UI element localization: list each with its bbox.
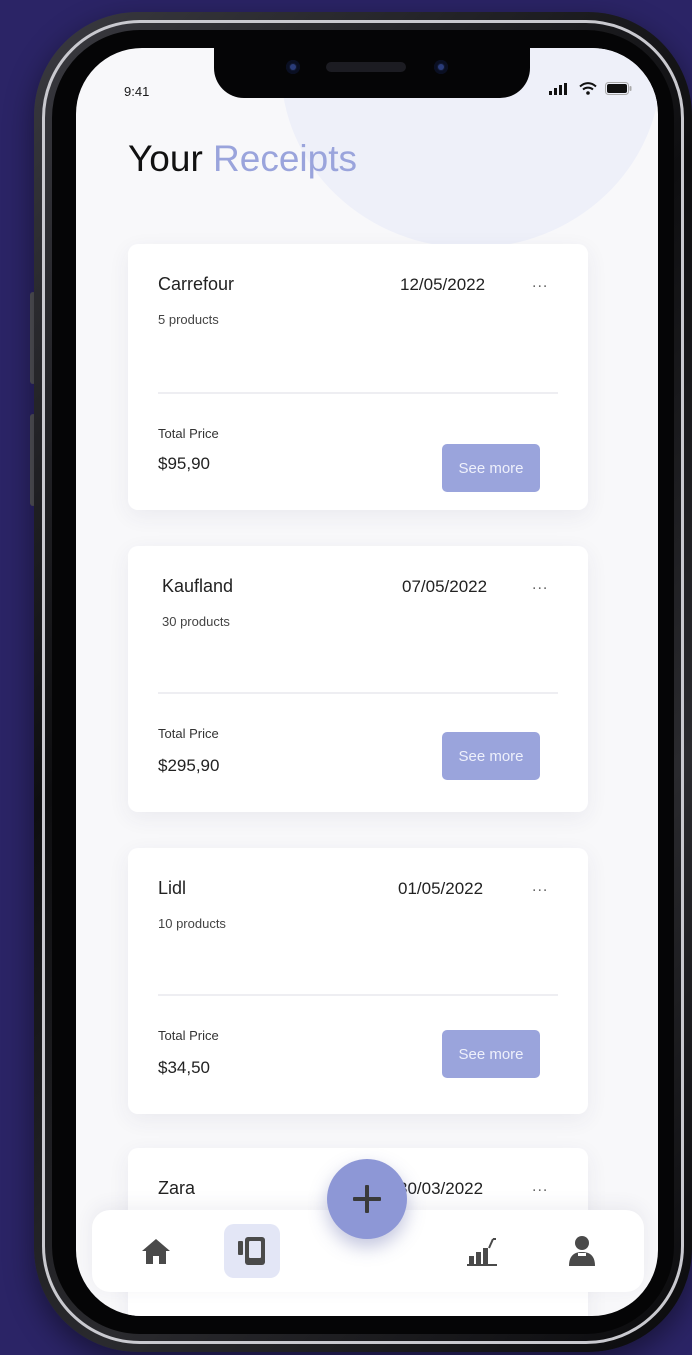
home-indicator-area xyxy=(76,1300,658,1316)
signal-icon xyxy=(549,82,567,95)
product-count: 10 products xyxy=(158,916,226,931)
store-name: Carrefour xyxy=(158,274,235,294)
nav-statistics[interactable] xyxy=(454,1224,510,1278)
title-primary: Your xyxy=(128,138,203,179)
profile-icon xyxy=(569,1236,595,1266)
status-time: 9:41 xyxy=(124,84,150,99)
page-title: Your Receipts xyxy=(128,138,357,180)
receipt-card[interactable]: Lidl 10 products 01/05/2022 ... Total Pr… xyxy=(128,848,588,1114)
nav-home[interactable] xyxy=(128,1224,184,1278)
store-name: Lidl xyxy=(158,878,187,898)
receipt-date: 12/05/2022 xyxy=(400,275,486,294)
product-count: 30 products xyxy=(162,614,230,629)
app-screen: 9:41 Your Receipts Carrefour 5 products … xyxy=(76,48,658,1316)
wifi-icon xyxy=(579,82,597,95)
front-camera xyxy=(434,60,448,74)
more-options-icon[interactable]: ... xyxy=(532,878,548,896)
total-price-label: Total Price xyxy=(158,726,219,741)
battery-icon xyxy=(605,82,632,95)
more-options-icon[interactable]: ... xyxy=(532,576,548,594)
receipt-date: 07/05/2022 xyxy=(402,577,488,596)
earpiece-speaker xyxy=(326,62,406,72)
title-accent: Receipts xyxy=(213,138,357,179)
home-icon xyxy=(142,1239,170,1264)
total-price-value: $95,90 xyxy=(158,454,210,473)
divider xyxy=(158,692,558,694)
total-price-label: Total Price xyxy=(158,1028,219,1043)
see-more-button[interactable]: See more xyxy=(442,732,540,780)
more-options-icon[interactable]: ... xyxy=(532,1178,548,1196)
notch xyxy=(214,48,530,98)
divider xyxy=(158,994,558,996)
divider xyxy=(158,392,558,394)
total-price-value: $34,50 xyxy=(158,1058,210,1077)
see-more-button[interactable]: See more xyxy=(442,1030,540,1078)
receipt-date: 01/05/2022 xyxy=(398,879,484,898)
stage: 9:41 Your Receipts Carrefour 5 products … xyxy=(0,0,692,1355)
status-icons xyxy=(549,82,632,95)
nav-receipts[interactable] xyxy=(224,1224,280,1278)
chart-icon xyxy=(467,1238,497,1266)
add-receipt-button[interactable] xyxy=(327,1159,407,1239)
receipt-card[interactable]: Kaufland 30 products 07/05/2022 ... Tota… xyxy=(128,546,588,812)
plus-icon xyxy=(353,1185,381,1213)
face-sensor xyxy=(286,60,300,74)
receipt-icon xyxy=(238,1237,265,1265)
store-name: Kaufland xyxy=(162,576,234,596)
product-count: 5 products xyxy=(158,312,219,327)
see-more-button[interactable]: See more xyxy=(442,444,540,492)
receipt-card[interactable]: Carrefour 5 products 12/05/2022 ... Tota… xyxy=(128,244,588,510)
total-price-value: $295,90 xyxy=(158,756,220,775)
more-options-icon[interactable]: ... xyxy=(532,274,548,292)
receipt-date: 30/03/2022 xyxy=(398,1179,484,1198)
nav-profile[interactable] xyxy=(554,1224,610,1278)
store-name: Zara xyxy=(158,1178,196,1198)
total-price-label: Total Price xyxy=(158,426,219,441)
